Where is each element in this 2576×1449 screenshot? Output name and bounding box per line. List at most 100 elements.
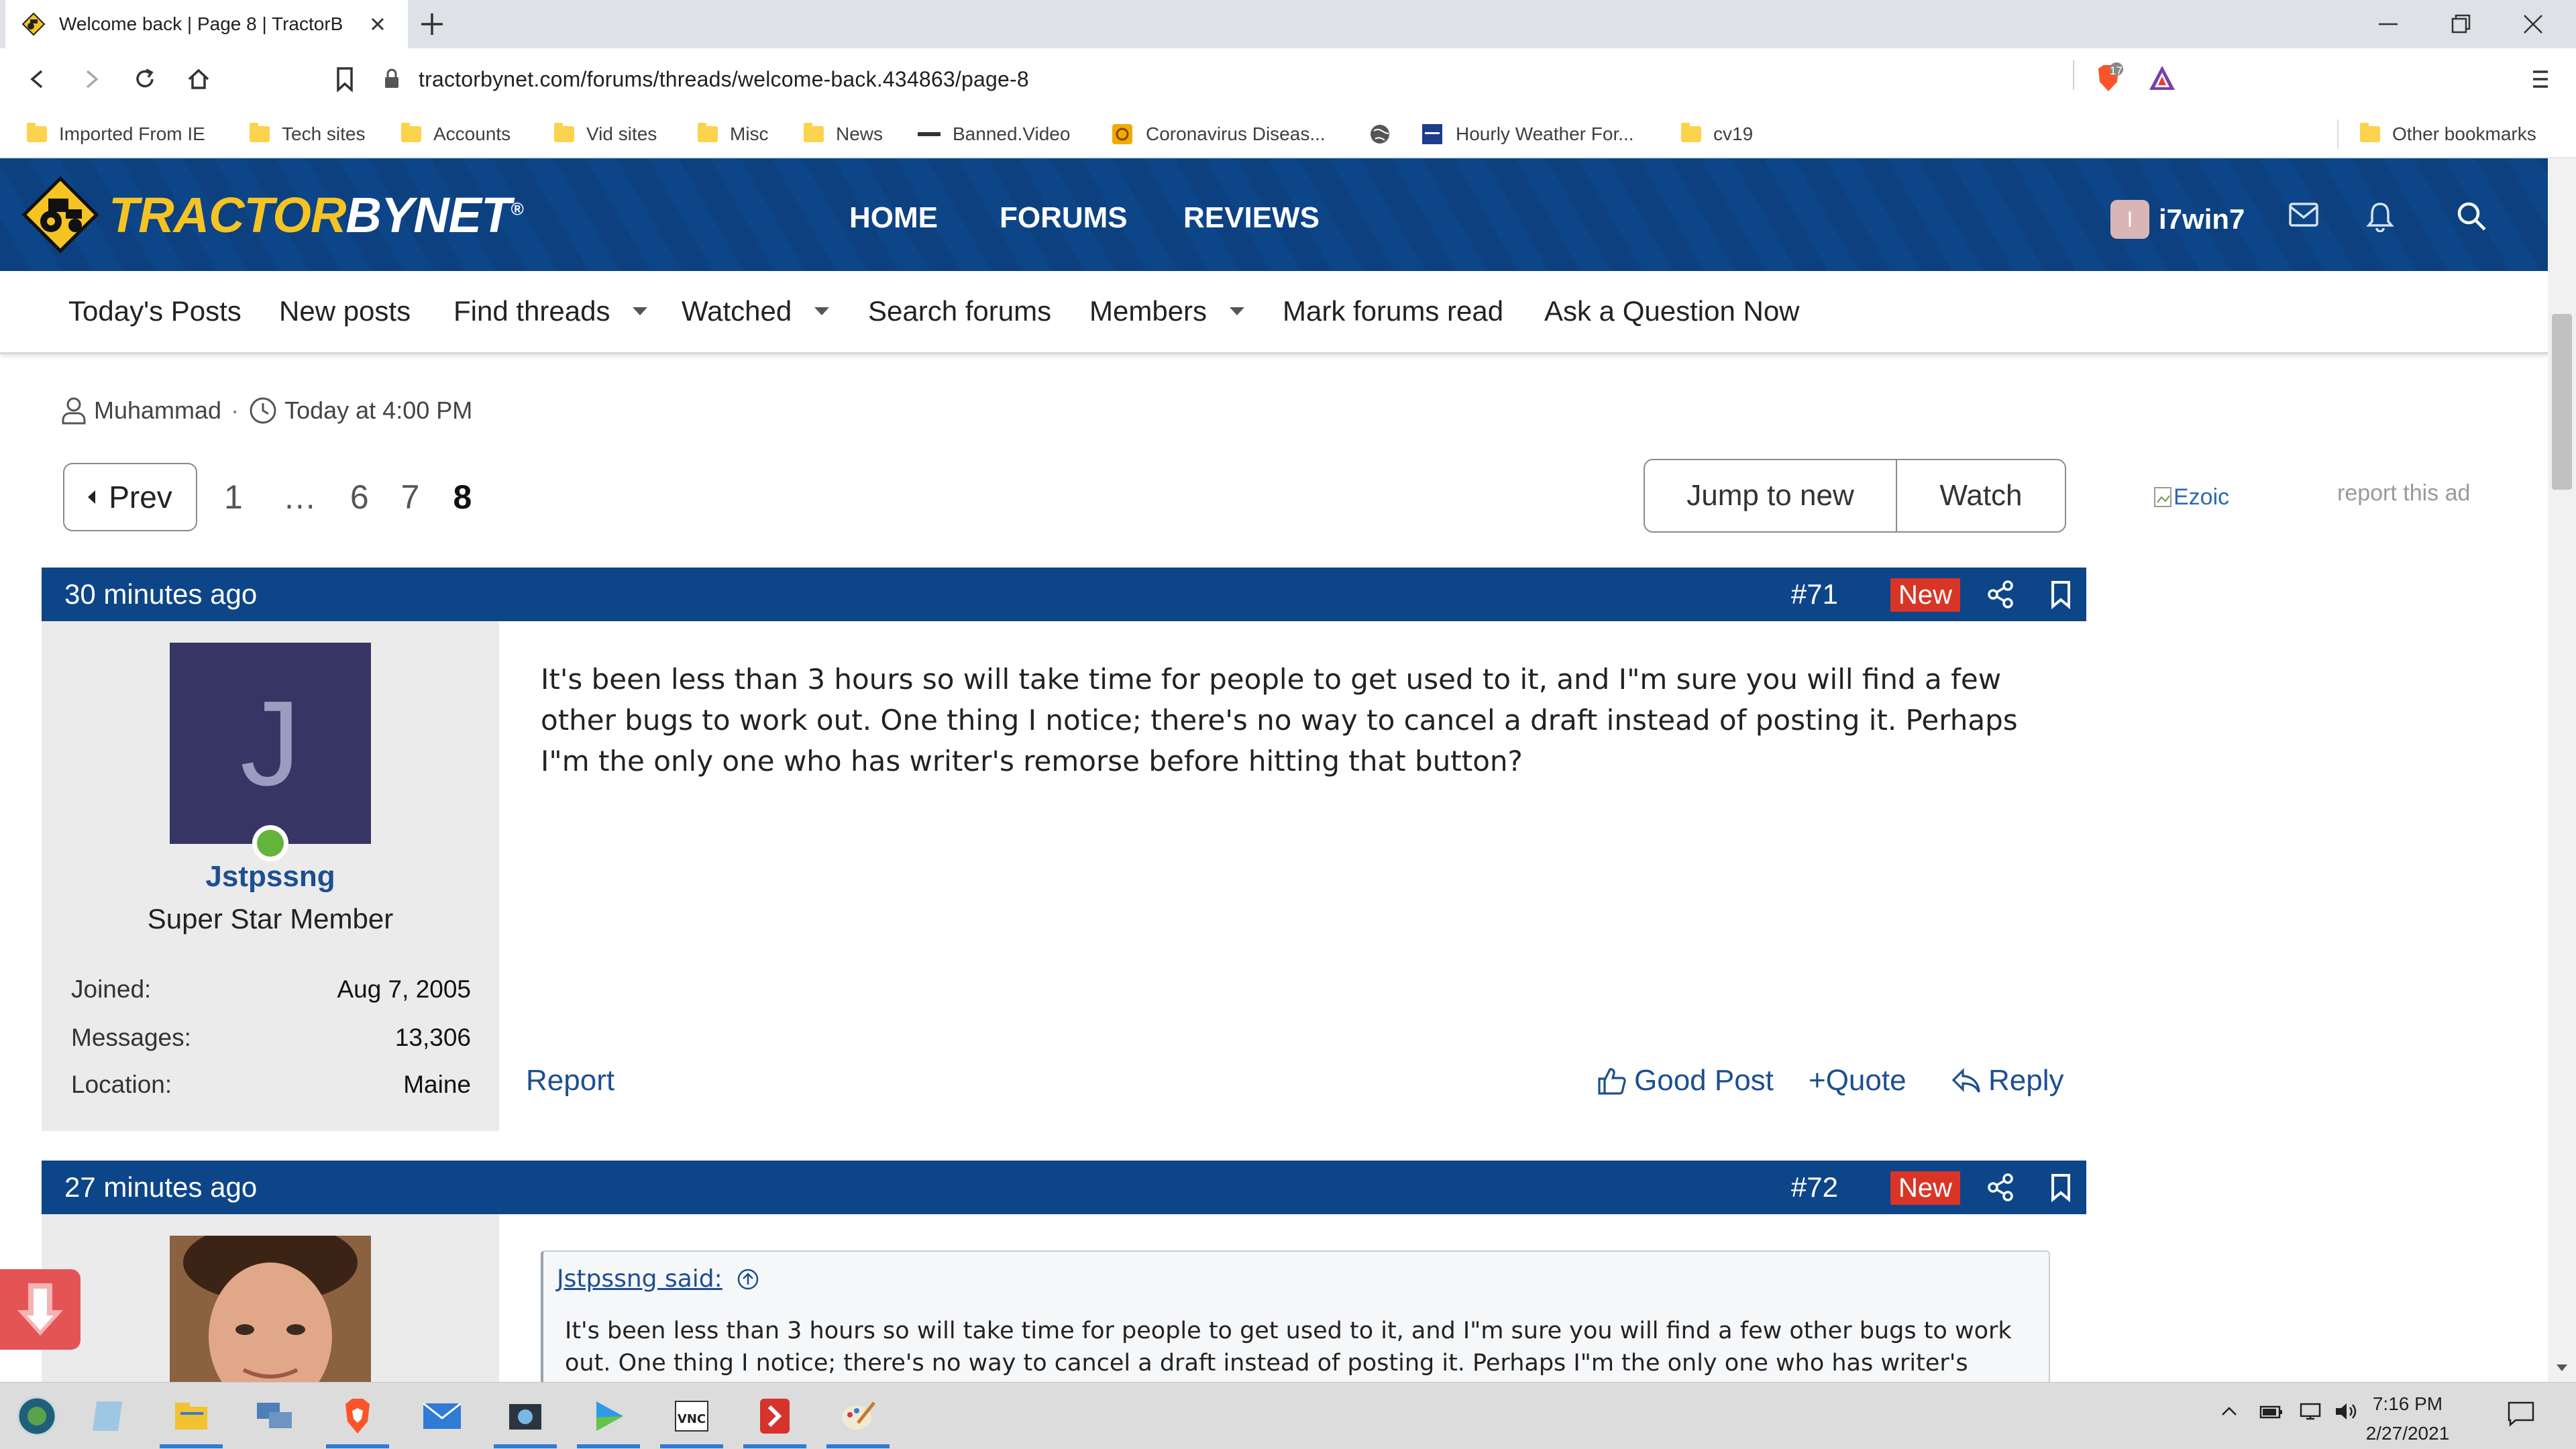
nav-home[interactable]: HOME [849,201,938,235]
bell-icon[interactable] [2365,200,2395,232]
taskbar-app-paint[interactable] [821,1389,895,1448]
bookmark-accounts[interactable]: Accounts [401,122,511,146]
taskbar-clock[interactable]: 7:16 PM 2/27/2021 [2357,1389,2458,1448]
battery-icon[interactable] [2258,1401,2285,1421]
thread-time[interactable]: Today at 4:00 PM [284,396,472,425]
chevron-down-icon[interactable] [1230,307,1245,315]
close-window-icon[interactable] [2520,11,2546,38]
page-6[interactable]: 6 [350,478,369,517]
prev-page-button[interactable]: Prev [63,463,197,531]
bookmark-weather[interactable]: Hourly Weather For... [1421,122,1634,146]
bookmark-imported[interactable]: Imported From IE [27,122,205,146]
page-ellipsis[interactable]: … [283,478,317,517]
bookmark-globe[interactable] [1368,122,1403,146]
bookmark-coronavirus[interactable]: Coronavirus Diseas... [1111,122,1326,146]
page-1[interactable]: 1 [224,478,243,517]
site-logo[interactable]: TRACTORBYNET® [21,176,523,254]
taskbar-app-vnc[interactable]: VNC [655,1389,729,1448]
bookmark-icon[interactable] [2047,580,2074,609]
minimize-icon[interactable] [2375,11,2402,38]
home-icon[interactable] [185,66,212,93]
volume-icon[interactable] [2333,1401,2360,1421]
bookmark-icon[interactable] [2047,1173,2074,1202]
subnav-ask-question[interactable]: Ask a Question Now [1544,295,1800,327]
new-tab-icon[interactable] [417,9,447,39]
nav-forums[interactable]: FORUMS [1000,201,1128,235]
arrow-down-icon [17,1283,63,1336]
user-menu[interactable]: I i7win7 [2110,200,2245,239]
bookmark-news[interactable]: News [804,122,883,146]
tab-close-icon[interactable] [369,15,386,33]
bookmark-page-icon[interactable] [333,66,357,93]
subnav-todays-posts[interactable]: Today's Posts [68,295,241,327]
subnav-search-forums[interactable]: Search forums [868,295,1051,327]
taskbar-app-files[interactable] [74,1389,148,1443]
subnav-find-threads[interactable]: Find threads [453,295,648,327]
bookmark-vid-sites[interactable]: Vid sites [554,122,657,146]
nav-reviews[interactable]: REVIEWS [1183,201,1320,235]
chevron-down-icon[interactable] [633,307,648,315]
post-number[interactable]: #71 [1791,578,1838,610]
scroll-down-button[interactable] [0,1269,80,1350]
network-tray-icon[interactable] [2297,1401,2324,1421]
stat-messages: Messages: 13,306 [71,1024,471,1051]
inbox-icon[interactable] [2288,200,2320,229]
share-icon[interactable] [1986,580,2015,609]
taskbar-app-player[interactable] [572,1389,645,1448]
taskbar-app-media[interactable] [488,1389,562,1448]
search-icon[interactable] [2455,200,2487,232]
quote-author-link[interactable]: Jstpssng said: [557,1265,760,1293]
scroll-thumb[interactable] [2552,314,2572,490]
subnav-new-posts[interactable]: New posts [279,295,411,327]
thread-author[interactable]: Muhammad [94,396,221,425]
taskbar-app-network[interactable] [237,1389,311,1443]
reload-icon[interactable] [131,66,158,93]
scroll-down-icon[interactable] [2556,1363,2568,1373]
report-ad-link[interactable]: report this ad [2337,480,2470,506]
tray-chevron-up-icon[interactable] [2219,1401,2239,1421]
user-avatar-photo[interactable] [170,1236,371,1383]
taskbar-app-mail[interactable] [405,1389,479,1443]
jump-to-new-button[interactable]: Jump to new [1645,460,1897,531]
watch-button[interactable]: Watch [1897,460,2065,531]
post-number[interactable]: #72 [1791,1171,1838,1203]
lock-icon[interactable] [382,68,401,91]
taskbar-app-anydesk[interactable] [738,1389,812,1448]
bookmark-misc[interactable]: Misc [698,122,769,146]
subnav-members[interactable]: Members [1089,295,1245,327]
chevron-down-icon[interactable] [814,307,830,315]
bookmark-other[interactable]: Other bookmarks [2360,122,2536,146]
page-scrollbar[interactable] [2548,158,2576,1382]
back-icon[interactable] [24,66,51,93]
forward-icon[interactable] [78,66,105,93]
page-8-current[interactable]: 8 [453,478,472,517]
report-link[interactable]: Report [526,1064,614,1097]
post-time[interactable]: 30 minutes ago [64,578,257,610]
restore-icon[interactable] [2447,11,2474,38]
subnav-watched[interactable]: Watched [682,295,830,327]
browser-tab[interactable]: Welcome back | Page 8 | TractorB [5,0,408,48]
brave-rewards-icon[interactable] [2147,63,2178,94]
user-avatar-j[interactable]: J [170,643,371,844]
quote-button[interactable]: +Quote [1809,1064,1907,1097]
taskbar-app-brave[interactable] [321,1389,394,1448]
share-icon[interactable] [1986,1173,2015,1202]
menu-icon[interactable] [2530,66,2551,93]
ad-image[interactable]: Ezoic [2153,484,2229,511]
subnav-mark-read[interactable]: Mark forums read [1283,295,1503,327]
start-button[interactable] [0,1389,74,1443]
user-avatar: I [2110,200,2149,239]
windows-taskbar: VNC 7:16 PM 2/27/2021 [0,1382,2576,1449]
post-username[interactable]: Jstpssng [42,860,499,894]
arrow-up-circle-icon[interactable] [736,1267,760,1291]
post-time[interactable]: 27 minutes ago [64,1171,257,1203]
good-post-button[interactable]: Good Post [1597,1064,1774,1097]
bookmark-cv19[interactable]: cv19 [1681,122,1753,146]
taskbar-app-explorer[interactable] [154,1389,228,1448]
address-bar[interactable]: tractorbynet.com/forums/threads/welcome-… [382,56,2140,102]
notifications-icon[interactable] [2506,1400,2536,1427]
reply-button[interactable]: Reply [1951,1064,2064,1097]
page-7[interactable]: 7 [401,478,420,517]
bookmark-tech-sites[interactable]: Tech sites [250,122,366,146]
bookmark-banned-video[interactable]: Banned.Video [918,122,1070,146]
